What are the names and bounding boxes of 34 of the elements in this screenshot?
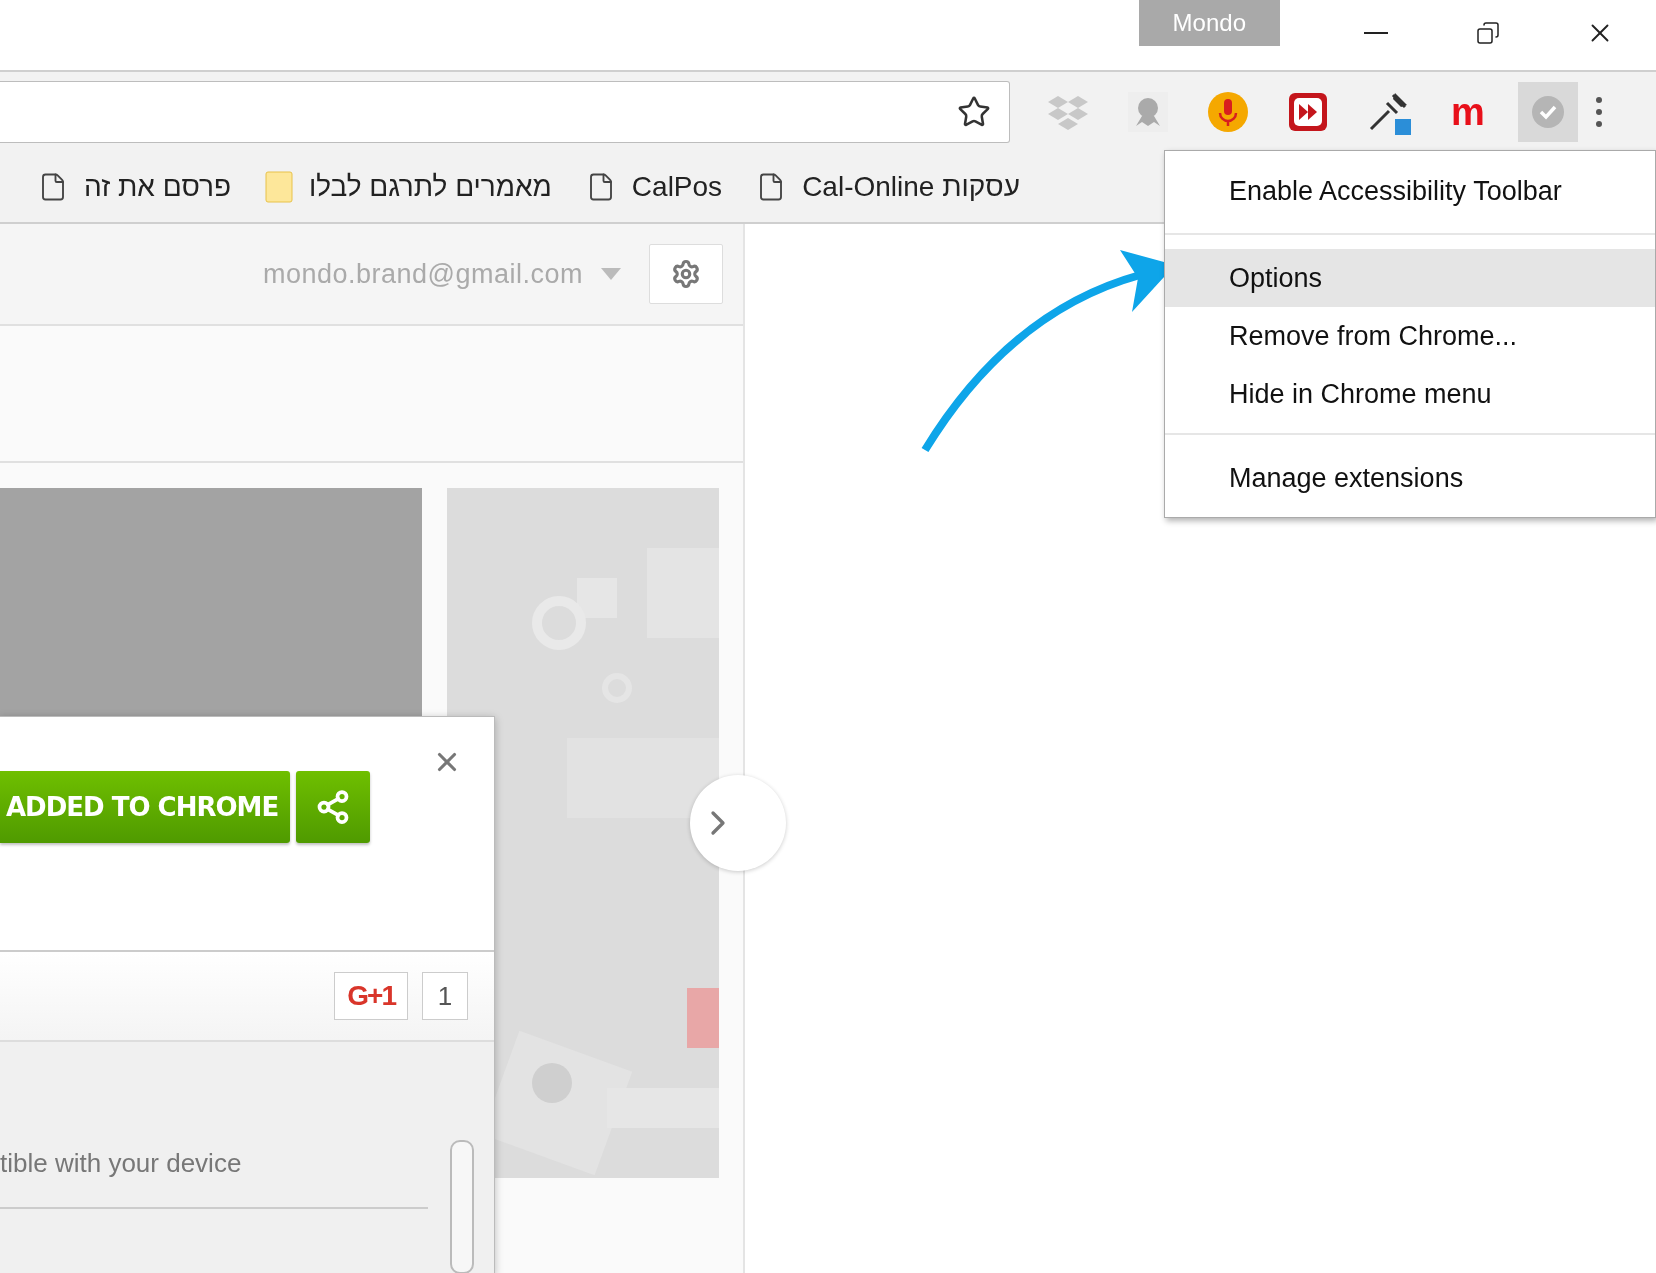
menu-item[interactable]: Enable Accessibility Toolbar: [1165, 159, 1655, 223]
bookmark-label: Cal-Online עסקות: [802, 171, 1020, 203]
bookmark-link[interactable]: CalPos: [585, 171, 723, 203]
bookmark-link[interactable]: פרסם את זה: [38, 171, 231, 203]
fast-forward-icon: [1288, 92, 1328, 132]
menu-item[interactable]: Manage extensions: [1165, 449, 1655, 507]
plus-one-button[interactable]: G+1: [334, 972, 408, 1021]
extension-button[interactable]: m: [1438, 82, 1498, 142]
bookmark-star-icon[interactable]: [957, 95, 991, 129]
settings-button[interactable]: [649, 244, 723, 304]
menu-item[interactable]: Remove from Chrome...: [1165, 307, 1655, 365]
bookmark-label: CalPos: [631, 171, 723, 203]
menu-icon: [1596, 97, 1602, 127]
minimize-icon: [1364, 32, 1388, 34]
compatibility-text: tible with your device: [0, 1148, 428, 1209]
share-button[interactable]: [296, 771, 371, 843]
bookmark-link[interactable]: מאמרים לתרגם לבלו: [265, 171, 552, 203]
dropdown-caret-icon[interactable]: [601, 268, 621, 280]
scrollbar[interactable]: [450, 1140, 474, 1273]
bookmark-label: מאמרים לתרגם לבלו: [309, 171, 552, 203]
address-field[interactable]: [0, 81, 1010, 143]
bookmark-label: פרסם את זה: [84, 171, 231, 203]
menu-item[interactable]: Options: [1165, 249, 1655, 307]
restore-icon: [1476, 21, 1500, 45]
dropbox-icon: [1048, 94, 1088, 130]
microphone-icon: [1207, 91, 1249, 133]
menu-item[interactable]: Hide in Chrome menu: [1165, 365, 1655, 423]
m-logo: m: [1451, 93, 1485, 131]
plus-one-count: 1: [422, 972, 468, 1021]
bookmark-link[interactable]: Cal-Online עסקות: [756, 171, 1020, 203]
checkmark-icon: [1531, 95, 1565, 129]
menu-button[interactable]: [1596, 97, 1602, 127]
settings-icon: [671, 259, 701, 289]
folder-icon: [265, 171, 293, 203]
